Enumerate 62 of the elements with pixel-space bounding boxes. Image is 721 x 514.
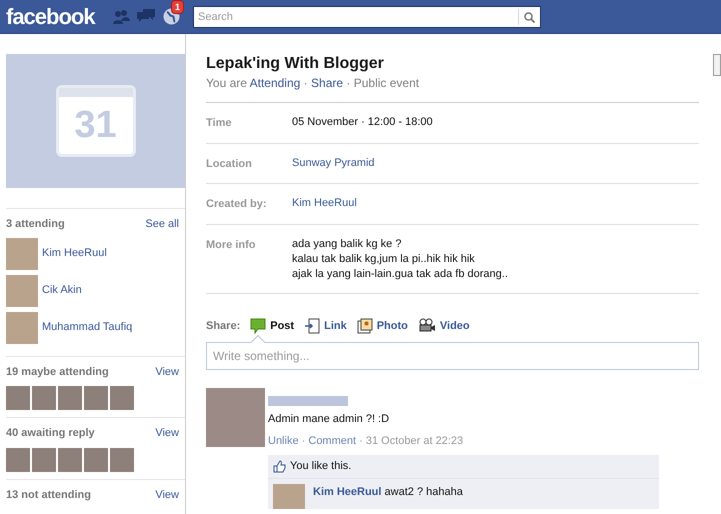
- speech-bubble-icon: [250, 318, 266, 334]
- search-field[interactable]: Search: [193, 6, 541, 28]
- post-action-link[interactable]: Comment: [308, 434, 356, 446]
- share-tab[interactable]: Link: [304, 318, 347, 334]
- link-icon: [304, 318, 320, 334]
- attending-link[interactable]: Attending: [250, 76, 300, 90]
- section-heading: 3 attending: [6, 217, 65, 232]
- section-link[interactable]: View: [155, 425, 179, 442]
- detail-label: Location: [206, 156, 253, 172]
- section-heading: 40 awaiting reply: [6, 426, 95, 441]
- write-field[interactable]: Write something...: [206, 342, 699, 370]
- section-link[interactable]: View: [155, 486, 179, 503]
- likes-text: You like this.: [290, 459, 352, 474]
- post-action-link[interactable]: Unlike: [268, 434, 299, 446]
- person-link[interactable]: Kim HeeRuul: [42, 245, 107, 262]
- avatar-photo[interactable]: [84, 448, 108, 472]
- avatar-photo[interactable]: [58, 448, 82, 472]
- separator-dot: ·: [300, 434, 306, 446]
- avatar-photo[interactable]: [110, 448, 134, 472]
- logo[interactable]: facebook: [6, 4, 102, 30]
- detail-label: More info: [206, 238, 256, 252]
- search-icon[interactable]: [524, 12, 535, 22]
- share-label: Share:: [206, 318, 240, 334]
- section-link[interactable]: View: [155, 364, 179, 380]
- scroll-button[interactable]: [713, 54, 721, 76]
- blurred-avatar[interactable]: [206, 388, 265, 447]
- detail-label: Time: [206, 116, 232, 131]
- photo-icon: [356, 318, 373, 334]
- share-tab[interactable]: Video: [418, 318, 470, 334]
- separator-dot: ·: [345, 76, 352, 90]
- section-link[interactable]: See all: [145, 216, 179, 232]
- share-tab[interactable]: Post: [250, 318, 294, 334]
- detail-link[interactable]: Kim HeeRuul: [292, 196, 357, 211]
- person-link[interactable]: Muhammad Taufiq: [42, 319, 132, 336]
- event-title: Lepak'ing With Blogger: [206, 54, 385, 74]
- friends-icon[interactable]: [112, 8, 130, 24]
- post-time: 31 October at 22:23: [366, 434, 464, 446]
- avatar-photo[interactable]: [6, 448, 30, 472]
- comment-author[interactable]: Kim HeeRuul: [313, 486, 382, 498]
- notification-badge: 1: [171, 0, 184, 14]
- detail-text: ajak la yang lain-lain.gua tak ada fb dorang..: [292, 266, 508, 282]
- comment-text: awat2 ? hahaha: [384, 486, 463, 498]
- section-heading: 13 not attending: [6, 488, 91, 502]
- detail-text: kalau tak balik kg,jum la pi..hik hik hik: [292, 252, 476, 266]
- section-heading: 19 maybe attending: [6, 364, 109, 380]
- status-text: You are: [206, 76, 248, 90]
- share-tab[interactable]: Photo: [356, 318, 408, 334]
- detail-text: ada yang balik kg ke ?: [292, 236, 402, 252]
- detail-link[interactable]: Sunway Pyramid: [292, 156, 375, 170]
- video-camera-icon: [418, 318, 436, 334]
- calendar-day: 31: [58, 97, 132, 154]
- avatar-photo[interactable]: [32, 448, 56, 472]
- separator-dot: ·: [358, 434, 364, 446]
- messages-icon[interactable]: [137, 8, 155, 24]
- thumbs-up-icon: [273, 460, 286, 473]
- share-link[interactable]: Share: [311, 76, 344, 90]
- detail-text: 05 November · 12:00 - 18:00: [292, 115, 433, 130]
- person-link[interactable]: Cik Akin: [42, 282, 82, 299]
- post-message: Admin mane admin ?! :D: [268, 412, 390, 427]
- separator-dot: ·: [302, 76, 309, 90]
- privacy-text: Public event: [354, 76, 420, 90]
- detail-label: Created by:: [206, 197, 268, 212]
